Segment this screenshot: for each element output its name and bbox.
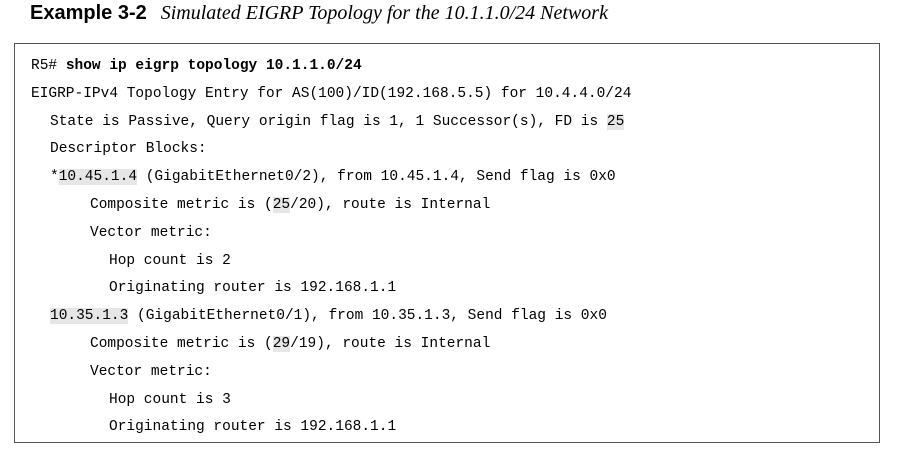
cli-output-box: R5# show ip eigrp topology 10.1.1.0/24 E… xyxy=(14,43,880,443)
hop-count-line: Hop count is 3 xyxy=(109,391,231,408)
cli-prompt: R5# xyxy=(31,58,66,74)
cli-command: show ip eigrp topology 10.1.1.0/24 xyxy=(65,58,362,74)
next-hop-address: 10.35.1.3 xyxy=(50,308,129,325)
successor-marker: * xyxy=(50,169,59,186)
path-line: *10.45.1.4 (GigabitEthernet0/2), from 10… xyxy=(31,164,631,192)
path-detail: (GigabitEthernet0/2), from 10.45.1.4, Se… xyxy=(137,169,616,186)
topology-entry-line: EIGRP-IPv4 Topology Entry for AS(100)/ID… xyxy=(31,85,632,102)
composite-fd-value: 29 xyxy=(272,335,291,352)
path-detail: (GigabitEthernet0/1), from 10.35.1.3, Se… xyxy=(128,308,607,325)
next-hop-address: 10.45.1.4 xyxy=(58,169,138,186)
hop-count-line: Hop count is 2 xyxy=(109,252,231,269)
cli-output: R5# show ip eigrp topology 10.1.1.0/24 E… xyxy=(31,53,631,442)
example-caption: Example 3-2 Simulated EIGRP Topology for… xyxy=(30,2,608,30)
example-title: Simulated EIGRP Topology for the 10.1.1.… xyxy=(160,2,608,24)
vector-metric-line: Vector metric: xyxy=(90,363,212,380)
composite-metric-line: Composite metric is (25/20), route is In… xyxy=(90,196,491,213)
feasible-distance-value: 25 xyxy=(606,113,625,130)
vector-metric-line: Vector metric: xyxy=(90,224,212,241)
descriptor-blocks-line: Descriptor Blocks: xyxy=(50,141,207,158)
state-line: State is Passive, Query origin flag is 1… xyxy=(50,113,625,130)
originating-router-line: Originating router is 192.168.1.1 xyxy=(109,280,397,297)
example-number: Example 3-2 xyxy=(30,2,147,24)
path-line: 10.35.1.3 (GigabitEthernet0/1), from 10.… xyxy=(31,303,631,331)
composite-metric-line: Composite metric is (29/19), route is In… xyxy=(90,335,491,352)
composite-fd-value: 25 xyxy=(272,196,291,213)
command-line: R5# show ip eigrp topology 10.1.1.0/24 xyxy=(31,53,631,81)
originating-router-line: Originating router is 192.168.1.1 xyxy=(109,419,397,436)
